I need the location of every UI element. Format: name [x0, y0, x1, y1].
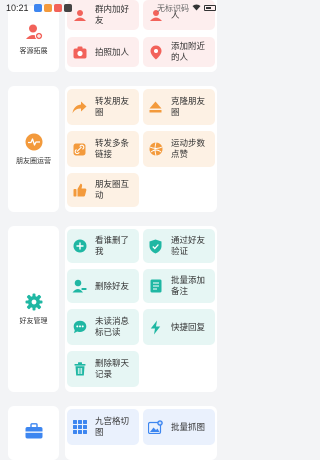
clone-moments-tile[interactable]: 克隆朋友圈 — [143, 89, 215, 125]
forward-icon — [72, 100, 87, 115]
category-label: 客源拓展 — [19, 47, 48, 55]
gear-icon — [25, 293, 43, 311]
tile-label: 运动步数点赞 — [171, 138, 206, 159]
forward-links-tile[interactable]: 转发多条链接 — [67, 131, 139, 167]
tools-panel: 九宫格切图 批量抓图 — [65, 406, 217, 460]
tile-label: 朋友圈互动 — [95, 179, 130, 200]
note-icon — [148, 279, 163, 294]
approve-friend-tile[interactable]: 通过好友验证 — [143, 229, 215, 263]
moments-interact-tile[interactable]: 朋友圈互动 — [67, 173, 139, 207]
user-remove-icon — [72, 279, 87, 294]
tile-label: 转发朋友圈 — [95, 96, 130, 117]
category-label: 朋友圈运营 — [16, 157, 51, 165]
status-time: 10:21 — [6, 3, 29, 13]
chat-dots-icon — [72, 320, 87, 335]
tile-label: 删除聊天记录 — [95, 358, 130, 379]
tile-label: 看谁删了我 — [95, 235, 130, 256]
category-moments-operation[interactable]: 朋友圈运营 — [8, 86, 59, 212]
tile-label: 删除好友 — [95, 280, 130, 291]
status-overlay-text: 无标识码 — [157, 3, 189, 13]
user-add-icon — [25, 23, 43, 41]
tile-label: 快捷回复 — [171, 321, 206, 332]
status-bar: 10:21 无标识码 — [0, 0, 222, 16]
tile-label: 未读消息标已读 — [95, 316, 130, 337]
add-nearby-tile[interactable]: 添加附近的人 — [143, 37, 215, 67]
category-friend-management[interactable]: 好友管理 — [8, 226, 59, 392]
tile-label: 添加附近的人 — [171, 41, 206, 62]
moments-pulse-icon — [25, 133, 43, 151]
step-like-tile[interactable]: 运动步数点赞 — [143, 131, 215, 167]
trash-icon — [72, 362, 87, 377]
forward-moments-tile[interactable]: 转发朋友圈 — [67, 89, 139, 125]
eject-icon — [148, 100, 163, 115]
camera-icon — [72, 45, 87, 60]
app-notification-icon — [53, 4, 62, 12]
shield-check-icon — [148, 239, 163, 254]
tile-label: 九宫格切图 — [95, 416, 130, 437]
moments-panel: 转发朋友圈 克隆朋友圈 转发多条链接 运动步数点赞 朋友圈互动 — [65, 86, 217, 212]
lightning-icon — [148, 320, 163, 335]
app-notification-icon — [63, 4, 72, 12]
friend-management-panel: 看谁删了我 通过好友验证 删除好友 批量添加备注 未读消息标已读 快捷回复 删除… — [65, 226, 217, 392]
batch-remark-tile[interactable]: 批量添加备注 — [143, 269, 215, 303]
batch-grab-tile[interactable]: 批量抓图 — [143, 409, 215, 445]
tile-label: 批量抓图 — [171, 421, 206, 432]
category-tools[interactable] — [8, 406, 59, 460]
tile-label: 通过好友验证 — [171, 235, 206, 256]
battery-icon — [204, 5, 216, 11]
plus-circle-icon — [72, 239, 87, 254]
toolbox-icon — [25, 422, 43, 440]
tile-label: 拍照加人 — [95, 46, 130, 57]
link-icon — [72, 142, 87, 157]
mark-read-tile[interactable]: 未读消息标已读 — [67, 309, 139, 345]
tile-label: 批量添加备注 — [171, 275, 206, 296]
location-pin-icon — [148, 45, 163, 60]
grid-cut-tile[interactable]: 九宫格切图 — [67, 409, 139, 445]
app-notification-icon — [43, 4, 52, 12]
quick-reply-tile[interactable]: 快捷回复 — [143, 309, 215, 345]
image-add-icon — [148, 420, 163, 435]
wifi-icon — [192, 3, 201, 13]
tile-label: 转发多条链接 — [95, 138, 130, 159]
thumbs-up-icon — [72, 183, 87, 198]
category-label: 好友管理 — [19, 317, 48, 325]
grid-icon — [72, 420, 87, 435]
app-notification-icon — [33, 4, 42, 12]
ball-icon — [148, 142, 163, 157]
who-deleted-me-tile[interactable]: 看谁删了我 — [67, 229, 139, 263]
delete-chat-tile[interactable]: 删除聊天记录 — [67, 351, 139, 387]
tile-label: 克隆朋友圈 — [171, 96, 206, 117]
photo-add-tile[interactable]: 拍照加人 — [67, 37, 139, 67]
delete-friend-tile[interactable]: 删除好友 — [67, 269, 139, 303]
